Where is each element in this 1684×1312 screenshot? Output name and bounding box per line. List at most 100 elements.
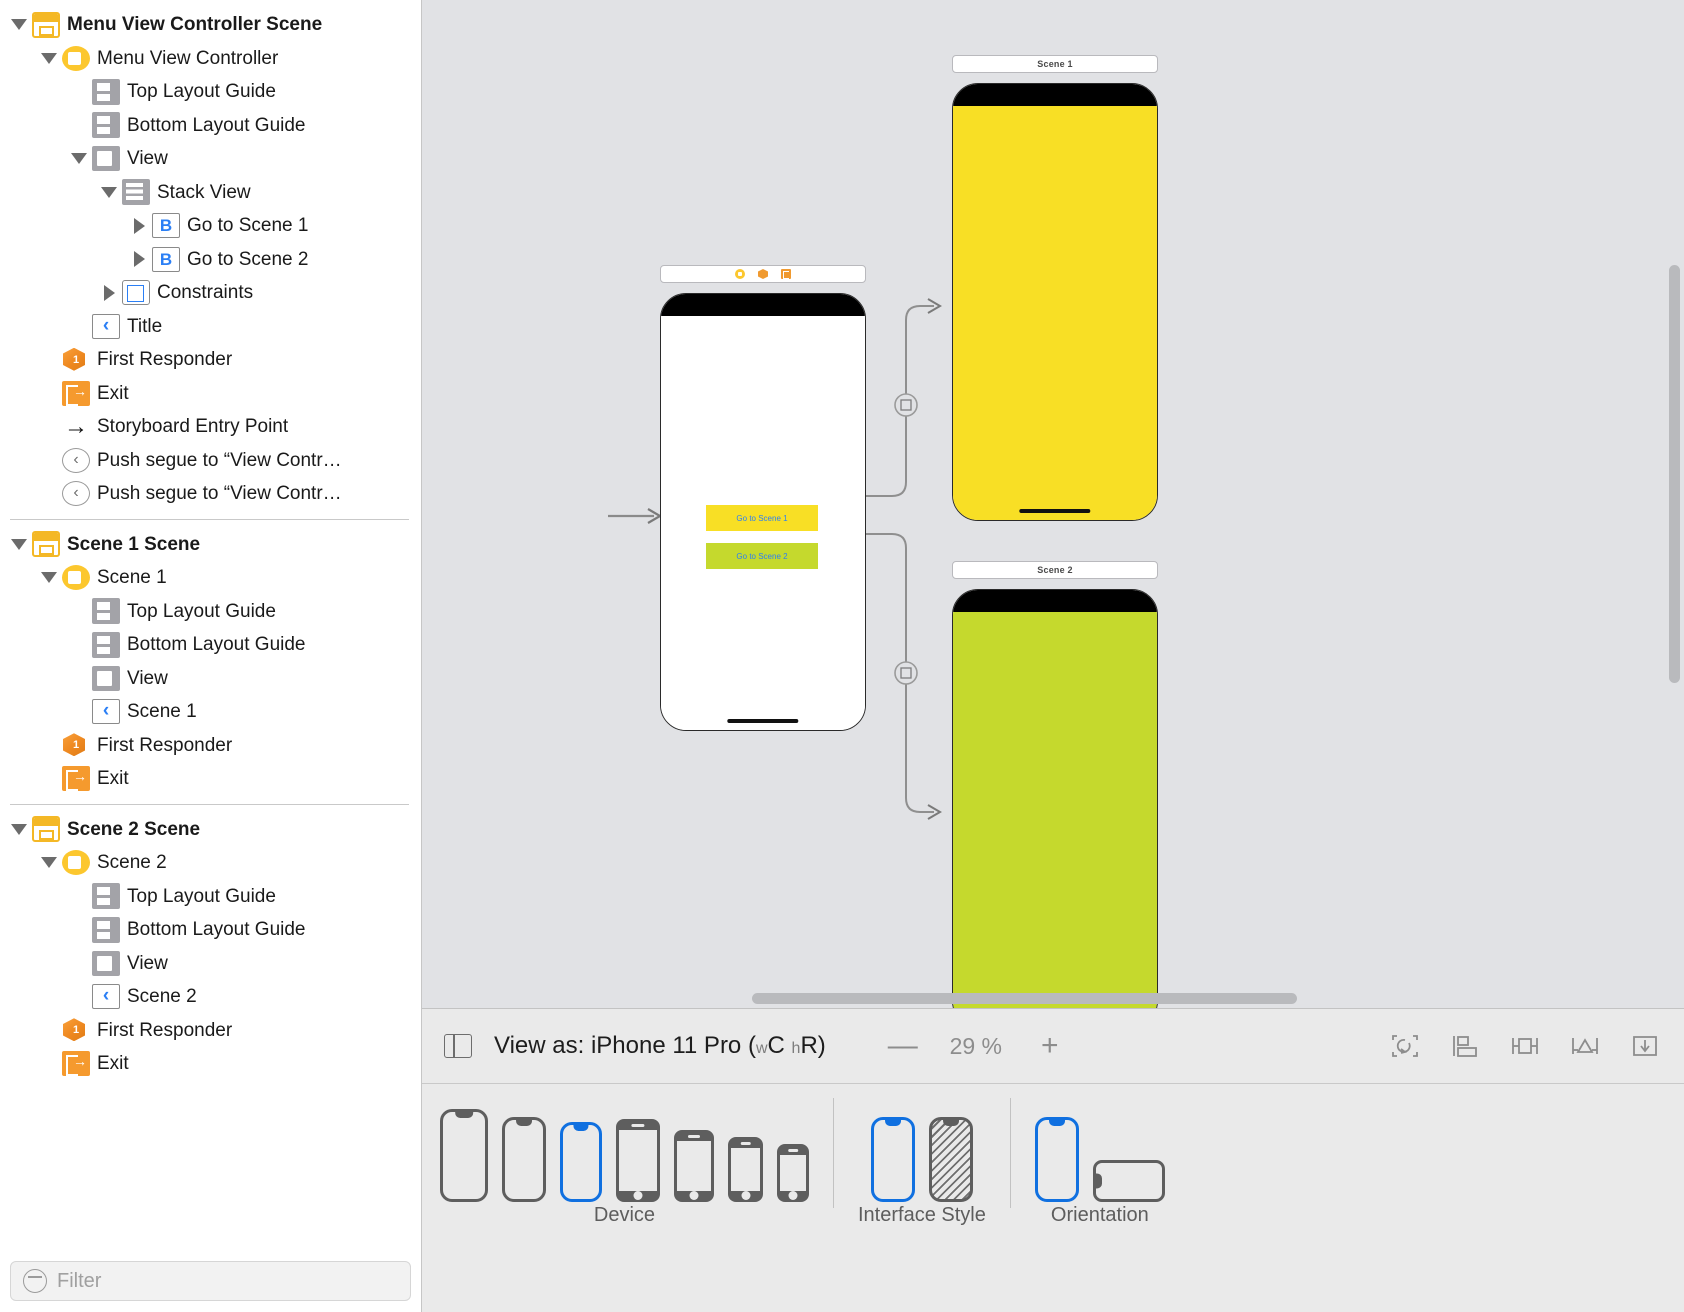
- scene-icon: [32, 531, 60, 558]
- filter-input[interactable]: Filter: [10, 1261, 411, 1301]
- outline-row[interactable]: Top Layout Guide: [0, 595, 421, 629]
- outline-row[interactable]: Menu View Controller Scene: [0, 8, 421, 42]
- exit-icon: [62, 380, 90, 406]
- device-option-iphone-se[interactable]: [777, 1144, 809, 1202]
- outline-row[interactable]: Scene 1: [0, 561, 421, 595]
- chevron-right-icon[interactable]: [96, 285, 122, 301]
- outline-row[interactable]: Exit: [0, 377, 421, 411]
- chevron-down-icon[interactable]: [36, 857, 62, 868]
- scene-1[interactable]: Scene 1: [952, 55, 1158, 521]
- device-glyph: [1034, 1117, 1079, 1202]
- outline-row[interactable]: Exit: [0, 762, 421, 796]
- device-option-iphone-11-pro-selected[interactable]: [560, 1122, 602, 1202]
- embed-in-icon[interactable]: [1628, 1031, 1662, 1061]
- view-as-control[interactable]: View as: iPhone 11 Pro (wC hR): [494, 1032, 826, 1060]
- outline-row[interactable]: View: [0, 662, 421, 696]
- device-screen: [731, 1148, 760, 1191]
- canvas-vertical-scrollbar[interactable]: [1669, 265, 1680, 683]
- outline-row[interactable]: ‹ Scene 2: [0, 980, 421, 1014]
- device-option-light-appearance[interactable]: [870, 1117, 915, 1202]
- outline-row-label: Scene 2: [97, 852, 167, 874]
- outline-row[interactable]: Menu View Controller: [0, 42, 421, 76]
- add-new-constraints-icon[interactable]: [1508, 1031, 1542, 1061]
- device-option-portrait[interactable]: [1034, 1117, 1079, 1202]
- outline-row[interactable]: Exit: [0, 1047, 421, 1081]
- outline-row[interactable]: B Go to Scene 1: [0, 209, 421, 243]
- chevron-down-icon[interactable]: [36, 572, 62, 583]
- first-responder-icon[interactable]: [758, 269, 768, 279]
- device-option-iphone-8[interactable]: [674, 1130, 714, 1202]
- view-controller-icon: [62, 45, 90, 71]
- outline-row[interactable]: ‹ Push segue to “View Contr…: [0, 477, 421, 511]
- outline-row[interactable]: B Go to Scene 2: [0, 243, 421, 277]
- chevron-right-icon[interactable]: [126, 218, 152, 234]
- scene-dock-1[interactable]: Scene 1: [952, 55, 1158, 73]
- outline-row-label: View: [127, 148, 168, 170]
- left-panel-toggle-icon[interactable]: [444, 1034, 472, 1058]
- outline-row-label: View: [127, 667, 168, 689]
- outline-row[interactable]: Scene 1 Scene: [0, 528, 421, 562]
- chevron-down-icon[interactable]: [6, 19, 32, 30]
- update-frames-icon[interactable]: [1388, 1031, 1422, 1061]
- device-option-iphone-8-plus[interactable]: [616, 1119, 660, 1202]
- chevron-down-icon[interactable]: [36, 53, 62, 64]
- outline-row[interactable]: Top Layout Guide: [0, 75, 421, 109]
- outline-row[interactable]: Bottom Layout Guide: [0, 913, 421, 947]
- outline-row[interactable]: Scene 2: [0, 846, 421, 880]
- canvas-button-go-to-scene-1[interactable]: Go to Scene 1: [706, 505, 818, 531]
- chevron-down-icon[interactable]: [6, 824, 32, 835]
- view-as-prefix: View as:: [494, 1032, 585, 1059]
- outline-row[interactable]: View: [0, 142, 421, 176]
- chevron-down-icon[interactable]: [6, 539, 32, 550]
- stack-view-icon: [122, 179, 150, 206]
- scene-menu-view-controller[interactable]: Go to Scene 1 Go to Scene 2: [660, 265, 866, 731]
- document-outline-panel: Menu View Controller Scene Menu View Cont…: [0, 0, 422, 1312]
- outline-row[interactable]: First Responder: [0, 343, 421, 377]
- scene-dock-menu[interactable]: [660, 265, 866, 283]
- outline-row[interactable]: Scene 2 Scene: [0, 813, 421, 847]
- device-options-row: [440, 1098, 809, 1202]
- outline-row[interactable]: ‹ Push segue to “View Contr…: [0, 444, 421, 478]
- device-option-dark-appearance[interactable]: [928, 1117, 973, 1202]
- exit-icon: [62, 766, 90, 792]
- outline-row[interactable]: First Responder: [0, 1014, 421, 1048]
- device-option-landscape[interactable]: [1092, 1160, 1165, 1202]
- zoom-level-value[interactable]: 29 %: [942, 1033, 1010, 1060]
- canvas-button-go-to-scene-2[interactable]: Go to Scene 2: [706, 543, 818, 569]
- document-outline-tree[interactable]: Menu View Controller Scene Menu View Cont…: [0, 0, 421, 1250]
- device-option-iphone-11-pro[interactable]: [502, 1117, 546, 1202]
- zoom-in-button[interactable]: +: [1036, 1031, 1064, 1061]
- zoom-out-button[interactable]: —: [888, 1031, 918, 1061]
- outline-row[interactable]: Constraints: [0, 276, 421, 310]
- outline-row-label: View: [127, 952, 168, 974]
- scene-1-preview[interactable]: [952, 83, 1158, 521]
- scene-2[interactable]: Scene 2: [952, 561, 1158, 1008]
- outline-row[interactable]: First Responder: [0, 729, 421, 763]
- outline-row[interactable]: Bottom Layout Guide: [0, 109, 421, 143]
- storyboard-canvas[interactable]: Go to Scene 1 Go to Scene 2 Scene 1 Scen…: [422, 0, 1684, 1008]
- view-icon: [92, 146, 120, 172]
- outline-separator: [10, 518, 409, 520]
- auto-layout-toolbar: [1388, 1031, 1662, 1061]
- segue-icon: ‹: [62, 481, 90, 507]
- resolve-auto-layout-issues-icon[interactable]: [1568, 1031, 1602, 1061]
- outline-row[interactable]: ‹ Title: [0, 310, 421, 344]
- chevron-right-icon[interactable]: [126, 251, 152, 267]
- chevron-down-icon[interactable]: [96, 187, 122, 198]
- canvas-horizontal-scrollbar[interactable]: [752, 993, 1297, 1004]
- device-option-iphone-11-pro-max[interactable]: [440, 1109, 488, 1202]
- outline-row[interactable]: Stack View: [0, 176, 421, 210]
- align-icon[interactable]: [1448, 1031, 1482, 1061]
- view-controller-icon[interactable]: [735, 269, 745, 279]
- outline-row[interactable]: Bottom Layout Guide: [0, 628, 421, 662]
- scene-2-preview[interactable]: [952, 589, 1158, 1008]
- menu-view-controller-preview[interactable]: Go to Scene 1 Go to Scene 2: [660, 293, 866, 731]
- exit-icon[interactable]: [781, 269, 791, 279]
- outline-row[interactable]: View: [0, 947, 421, 981]
- device-option-iphone-se-2[interactable]: [728, 1137, 763, 1202]
- outline-row[interactable]: ‹ Scene 1: [0, 695, 421, 729]
- scene-dock-2[interactable]: Scene 2: [952, 561, 1158, 579]
- outline-row[interactable]: → Storyboard Entry Point: [0, 410, 421, 444]
- outline-row[interactable]: Top Layout Guide: [0, 880, 421, 914]
- chevron-down-icon[interactable]: [66, 153, 92, 164]
